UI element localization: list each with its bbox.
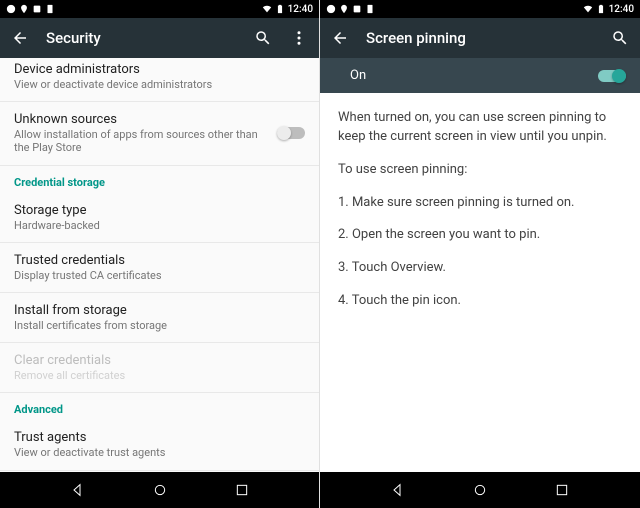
app-bar: Security (0, 18, 319, 58)
row-subtitle: Install certificates from storage (14, 319, 305, 332)
row-subtitle: View or deactivate device administrators (14, 78, 305, 91)
debug-icon (6, 4, 16, 14)
pinning-description: When turned on, you can use screen pinni… (338, 109, 622, 147)
location-icon (19, 4, 29, 14)
back-button[interactable] (330, 28, 350, 48)
search-button[interactable] (253, 28, 273, 48)
pinning-instructions-header: To use screen pinning: (338, 161, 622, 180)
overflow-menu-button[interactable] (289, 28, 309, 48)
unknown-sources-toggle[interactable] (277, 127, 305, 139)
status-bar: 12:40 (320, 0, 640, 18)
clock-text: 12:40 (288, 4, 313, 15)
settings-list: Device administrators View or deactivate… (0, 58, 319, 472)
nav-back-button[interactable] (69, 481, 87, 499)
nav-overview-button[interactable] (233, 481, 251, 499)
battery-icon (596, 4, 606, 14)
install-from-storage-row[interactable]: Install from storage Install certificate… (0, 293, 319, 343)
search-button[interactable] (610, 28, 630, 48)
status-icon (352, 4, 362, 14)
nav-home-button[interactable] (151, 481, 169, 499)
row-subtitle: Display trusted CA certificates (14, 269, 305, 282)
pinning-step-3: 3. Touch Overview. (338, 259, 622, 278)
status-icon (365, 4, 375, 14)
row-subtitle: View or deactivate trust agents (14, 446, 305, 459)
navigation-bar (320, 472, 640, 508)
section-header-credential-storage: Credential storage (0, 166, 319, 193)
row-subtitle: Allow installation of apps from sources … (14, 128, 269, 154)
nav-back-button[interactable] (389, 481, 407, 499)
pinning-step-1: 1. Make sure screen pinning is turned on… (338, 194, 622, 213)
row-title: Storage type (14, 203, 305, 218)
trusted-credentials-row[interactable]: Trusted credentials Display trusted CA c… (0, 243, 319, 293)
battery-icon (275, 4, 285, 14)
screen-pinning-toggle-row[interactable]: On (320, 58, 640, 93)
nav-home-button[interactable] (471, 481, 489, 499)
appbar-title: Screen pinning (366, 29, 594, 47)
row-subtitle: Remove all certificates (14, 369, 305, 382)
row-title: Clear credentials (14, 353, 305, 368)
trust-agents-row[interactable]: Trust agents View or deactivate trust ag… (0, 420, 319, 470)
row-title: Device administrators (14, 62, 305, 77)
clock-text: 12:40 (609, 4, 634, 15)
screen-pinning-screen: 12:40 Screen pinning On When turned on, … (320, 0, 640, 508)
nav-overview-button[interactable] (553, 481, 571, 499)
section-header-advanced: Advanced (0, 393, 319, 420)
row-title: Trust agents (14, 430, 305, 445)
wifi-icon (583, 4, 593, 14)
back-button[interactable] (10, 28, 30, 48)
toggle-label: On (350, 68, 590, 83)
pinning-step-4: 4. Touch the pin icon. (338, 292, 622, 311)
status-icon (45, 4, 55, 14)
wifi-icon (262, 4, 272, 14)
unknown-sources-row[interactable]: Unknown sources Allow installation of ap… (0, 102, 319, 165)
clear-credentials-row: Clear credentials Remove all certificate… (0, 343, 319, 393)
appbar-title: Security (46, 29, 237, 47)
location-icon (339, 4, 349, 14)
row-subtitle: Hardware-backed (14, 219, 305, 232)
row-title: Trusted credentials (14, 253, 305, 268)
navigation-bar (0, 472, 319, 508)
pinning-step-2: 2. Open the screen you want to pin. (338, 226, 622, 245)
debug-icon (326, 4, 336, 14)
screen-pinning-content: When turned on, you can use screen pinni… (320, 93, 640, 472)
status-icon (32, 4, 42, 14)
device-administrators-row[interactable]: Device administrators View or deactivate… (0, 58, 319, 102)
status-bar: 12:40 (0, 0, 319, 18)
storage-type-row[interactable]: Storage type Hardware-backed (0, 193, 319, 243)
security-settings-screen: 12:40 Security Device administrators Vie… (0, 0, 320, 508)
row-title: Install from storage (14, 303, 305, 318)
row-title: Unknown sources (14, 112, 269, 127)
screen-pinning-toggle[interactable] (598, 70, 626, 82)
app-bar: Screen pinning (320, 18, 640, 58)
